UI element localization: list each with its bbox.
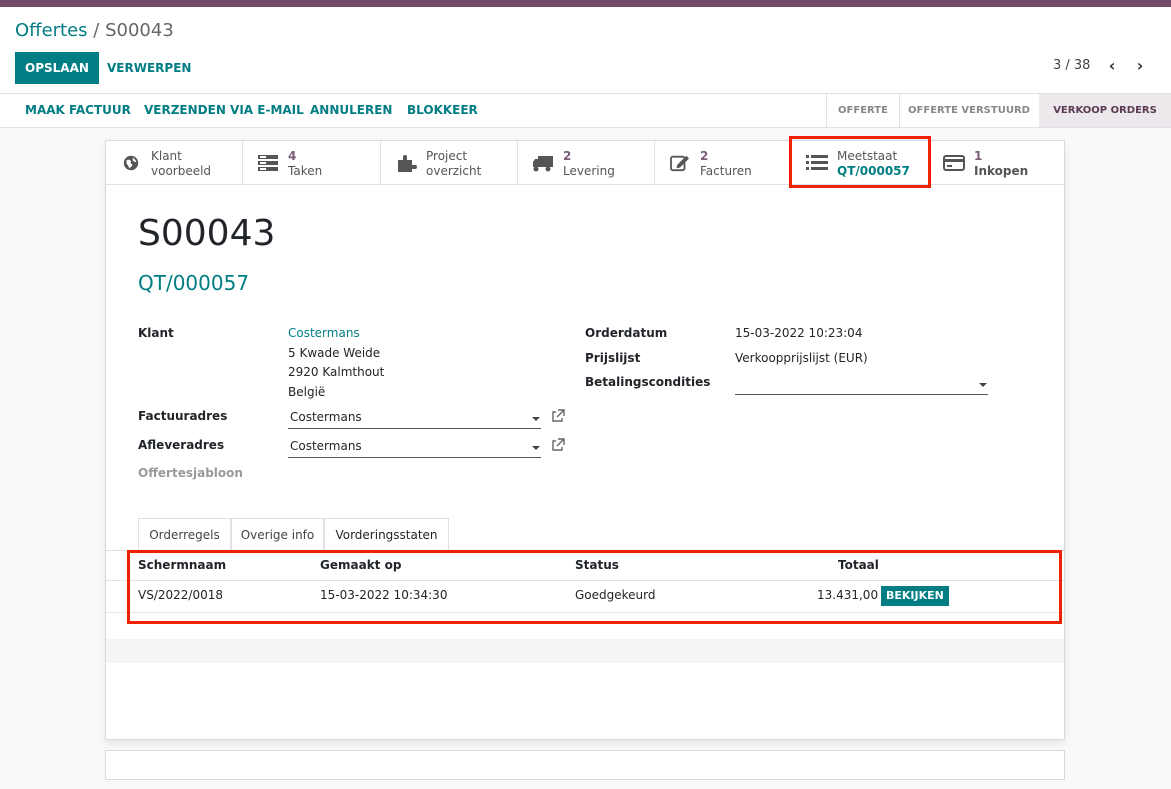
delivery-address-field[interactable]: Costermans — [288, 436, 541, 458]
create-invoice-button[interactable]: MAAK FACTUUR — [25, 94, 131, 127]
credit-card-icon — [943, 155, 965, 171]
smart-button-label: Inkopen — [974, 164, 1029, 178]
record-reference[interactable]: QT/000057 — [138, 271, 249, 295]
chatter-area — [105, 750, 1065, 780]
customer-country: België — [288, 385, 326, 399]
smart-button-bar: Klant voorbeeld 4 Taken Project overzich… — [106, 141, 1064, 185]
chevron-left-icon[interactable]: ‹ — [1103, 55, 1121, 77]
control-panel: Offertes / S00043 OPSLAAN VERWERPEN 3 / … — [0, 7, 1171, 94]
stage-quotation[interactable]: OFFERTE — [827, 94, 899, 127]
cell-status: Goedgekeurd — [575, 588, 656, 602]
column-header-total[interactable]: Totaal — [838, 558, 879, 572]
invoice-address-label: Factuuradres — [138, 409, 228, 423]
tab-order-lines[interactable]: Orderregels — [138, 518, 231, 551]
column-header-name[interactable]: Schermnaam — [138, 558, 226, 572]
cell-total: 13.431,00 — [817, 588, 879, 602]
cell-created: 15-03-2022 10:34:30 — [320, 588, 448, 602]
table-header: Schermnaam Gemaakt op Status Totaal — [106, 551, 1064, 581]
smart-button-delivery[interactable]: 2 Levering — [518, 141, 655, 185]
discard-button[interactable]: VERWERPEN — [107, 52, 191, 84]
top-navbar — [0, 0, 1171, 7]
smart-button-invoices[interactable]: 2 Facturen — [655, 141, 792, 185]
smart-button-count: 2 — [563, 149, 572, 163]
smart-button-label: Project — [426, 149, 468, 163]
customer-city: 2920 Kalmthout — [288, 365, 385, 379]
smart-button-label: Meetstaat — [837, 149, 898, 163]
smart-button-purchases[interactable]: 1 Inkopen — [929, 141, 1064, 185]
cancel-button[interactable]: ANNULEREN — [310, 94, 392, 127]
lock-button[interactable]: BLOKKEER — [407, 94, 478, 127]
save-button[interactable]: OPSLAAN — [15, 52, 99, 84]
send-email-button[interactable]: VERZENDEN VIA E-MAIL — [144, 94, 304, 127]
status-bar: MAAK FACTUUR VERZENDEN VIA E-MAIL ANNULE… — [0, 94, 1171, 128]
edit-icon — [670, 155, 689, 172]
customer-street: 5 Kwade Weide — [288, 346, 381, 360]
column-header-created[interactable]: Gemaakt op — [320, 558, 401, 572]
breadcrumb-separator: / — [87, 20, 106, 41]
chevron-down-icon[interactable] — [979, 383, 987, 387]
truck-icon — [533, 156, 553, 172]
customer-label: Klant — [138, 326, 174, 340]
delivery-address-label: Afleveradres — [138, 438, 225, 452]
breadcrumb: Offertes / S00043 — [15, 20, 174, 41]
smart-button-label: Taken — [288, 164, 323, 178]
payment-terms-field[interactable] — [735, 373, 988, 395]
record-title: S00043 — [138, 213, 276, 254]
smart-button-meetstaat[interactable]: Meetstaat QT/000057 — [792, 141, 929, 185]
customer-link[interactable]: Costermans — [288, 326, 360, 340]
quotation-template-label: Offertesjabloon — [138, 466, 243, 480]
order-date-label: Orderdatum — [585, 326, 668, 340]
smart-button-value: QT/000057 — [837, 164, 910, 178]
breadcrumb-current: S00043 — [105, 20, 174, 41]
puzzle-icon — [398, 155, 417, 172]
smart-button-label: overzicht — [426, 164, 482, 178]
chevron-down-icon[interactable] — [532, 446, 540, 450]
order-date-value: 15-03-2022 10:23:04 — [735, 326, 863, 340]
stage-quotation-sent[interactable]: OFFERTE VERSTUURD — [900, 94, 1038, 127]
globe-icon — [123, 155, 139, 171]
smart-button-count: 4 — [288, 149, 297, 163]
smart-button-count: 2 — [700, 149, 709, 163]
smart-button-label: Klant — [151, 149, 182, 163]
invoice-address-field[interactable]: Costermans — [288, 407, 541, 429]
smart-button-label: Facturen — [700, 164, 752, 178]
view-button[interactable]: BEKIJKEN — [881, 586, 949, 606]
external-link-icon[interactable] — [551, 438, 565, 452]
list-icon — [806, 155, 828, 170]
form-sheet: Klant voorbeeld 4 Taken Project overzich… — [105, 140, 1065, 740]
chevron-down-icon[interactable] — [532, 417, 540, 421]
smart-button-customer-preview[interactable]: Klant voorbeeld — [106, 141, 243, 185]
tab-other-info[interactable]: Overige info — [231, 518, 324, 551]
breadcrumb-parent[interactable]: Offertes — [15, 20, 88, 41]
cell-name: VS/2022/0018 — [138, 588, 223, 602]
tasks-icon — [258, 155, 278, 171]
stage-sales-order[interactable]: VERKOOP ORDERS — [1039, 94, 1171, 127]
table-row[interactable]: VS/2022/0018 15-03-2022 10:34:30 Goedgek… — [106, 581, 1064, 613]
smart-button-count: 1 — [974, 149, 983, 163]
table-footer — [106, 639, 1064, 663]
pricelist-value: Verkoopprijslijst (EUR) — [735, 351, 868, 365]
smart-button-label: Levering — [563, 164, 615, 178]
column-header-status[interactable]: Status — [575, 558, 619, 572]
chevron-right-icon[interactable]: › — [1131, 55, 1149, 77]
smart-button-project-overview[interactable]: Project overzicht — [381, 141, 518, 185]
smart-button-tasks[interactable]: 4 Taken — [243, 141, 381, 185]
smart-button-label: voorbeeld — [151, 164, 212, 178]
payment-terms-label: Betalingscondities — [585, 375, 711, 389]
pager-value[interactable]: 3 / 38 — [1053, 58, 1090, 73]
pricelist-label: Prijslijst — [585, 351, 641, 365]
tab-progress-statements[interactable]: Vorderingsstaten — [324, 518, 449, 551]
external-link-icon[interactable] — [551, 409, 565, 423]
